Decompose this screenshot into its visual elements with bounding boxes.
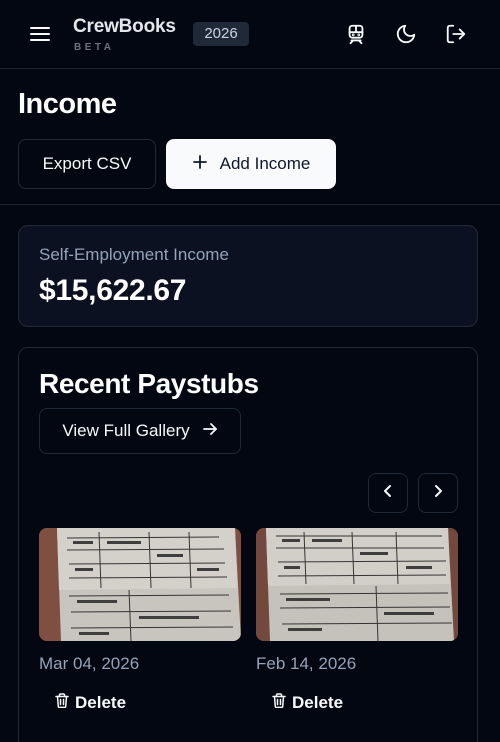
add-income-label: Add Income [219, 154, 311, 173]
trash-icon [55, 693, 69, 713]
carousel-next-button[interactable] [418, 473, 458, 513]
delete-label: Delete [292, 693, 344, 712]
app-root: CrewBooks BETA 2026 Income Export CSV Ad… [0, 0, 500, 742]
brand-subtitle: BETA [74, 42, 115, 53]
menu-icon[interactable] [28, 22, 52, 46]
section-divider [0, 204, 500, 205]
train-icon[interactable] [345, 23, 367, 45]
year-badge[interactable]: 2026 [193, 22, 249, 46]
self-employment-income-card: Self-Employment Income $15,622.67 [18, 225, 478, 327]
recent-paystubs-card: Recent Paystubs View Full Gallery Mar 04… [18, 347, 478, 742]
view-full-gallery-button[interactable]: View Full Gallery [39, 408, 241, 454]
brand-title: CrewBooks [73, 16, 176, 37]
paystub-date: Feb 14, 2026 [256, 654, 357, 673]
delete-label: Delete [75, 693, 127, 712]
moon-icon[interactable] [395, 23, 417, 45]
top-bar: CrewBooks BETA 2026 [0, 0, 500, 69]
arrow-right-icon [202, 421, 218, 442]
paystub-date: Mar 04, 2026 [39, 654, 140, 673]
chevron-right-icon [431, 484, 445, 503]
logout-icon[interactable] [445, 23, 467, 45]
page-title: Income [18, 88, 117, 120]
delete-paystub-button[interactable]: Delete [272, 690, 343, 716]
export-csv-button[interactable]: Export CSV [18, 139, 156, 189]
paystub-thumbnail[interactable] [39, 528, 241, 641]
trash-icon [272, 693, 286, 713]
chevron-left-icon [381, 484, 395, 503]
stat-value: $15,622.67 [39, 274, 187, 307]
stat-label: Self-Employment Income [39, 245, 229, 264]
paystubs-title: Recent Paystubs [39, 368, 259, 399]
delete-paystub-button[interactable]: Delete [55, 690, 126, 716]
carousel-prev-button[interactable] [368, 473, 408, 513]
paystub-thumbnail[interactable] [256, 528, 458, 641]
gallery-button-label: View Full Gallery [62, 421, 190, 440]
add-income-button[interactable]: Add Income [166, 139, 336, 189]
plus-icon [192, 154, 208, 175]
